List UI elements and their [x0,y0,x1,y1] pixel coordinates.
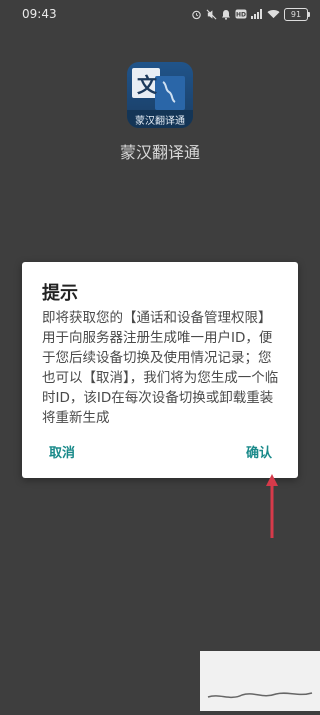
app-logo-icon: 文 蒙汉翻译通 [127,62,193,128]
annotation-arrow-icon [266,474,278,538]
alarm-icon [191,9,202,20]
app-name: 蒙汉翻译通 [119,143,200,162]
app-logo-caption: 蒙汉翻译通 [135,116,185,127]
corner-thumbnail [200,651,320,711]
confirm-button[interactable]: 确认 [246,442,272,461]
status-bar: 09:43 HD 91 [0,0,320,28]
app-header: 文 蒙汉翻译通 蒙汉翻译通 [0,62,320,163]
corner-sketch [207,692,313,699]
dialog-message: 即将获取您的【通话和设备管理权限】用于向服务器注册生成唯一用户ID，便于您后续设… [42,310,279,426]
signal-icon [251,9,263,19]
battery-icon: 91 [284,7,310,21]
wifi-icon [267,9,280,19]
hd-icon: HD [235,9,247,19]
status-time: 09:43 [22,7,57,21]
dialog-title: 提示 [42,283,78,304]
status-icons: HD 91 [191,6,310,22]
mute-icon [206,9,217,20]
svg-text:HD: HD [236,12,246,19]
cancel-button[interactable]: 取消 [49,442,75,461]
permission-dialog: 提示 即将获取您的【通话和设备管理权限】用于向服务器注册生成唯一用户ID，便于您… [22,262,298,478]
app-logo-glyph: 文 [137,73,157,97]
notification-icon [221,9,231,20]
